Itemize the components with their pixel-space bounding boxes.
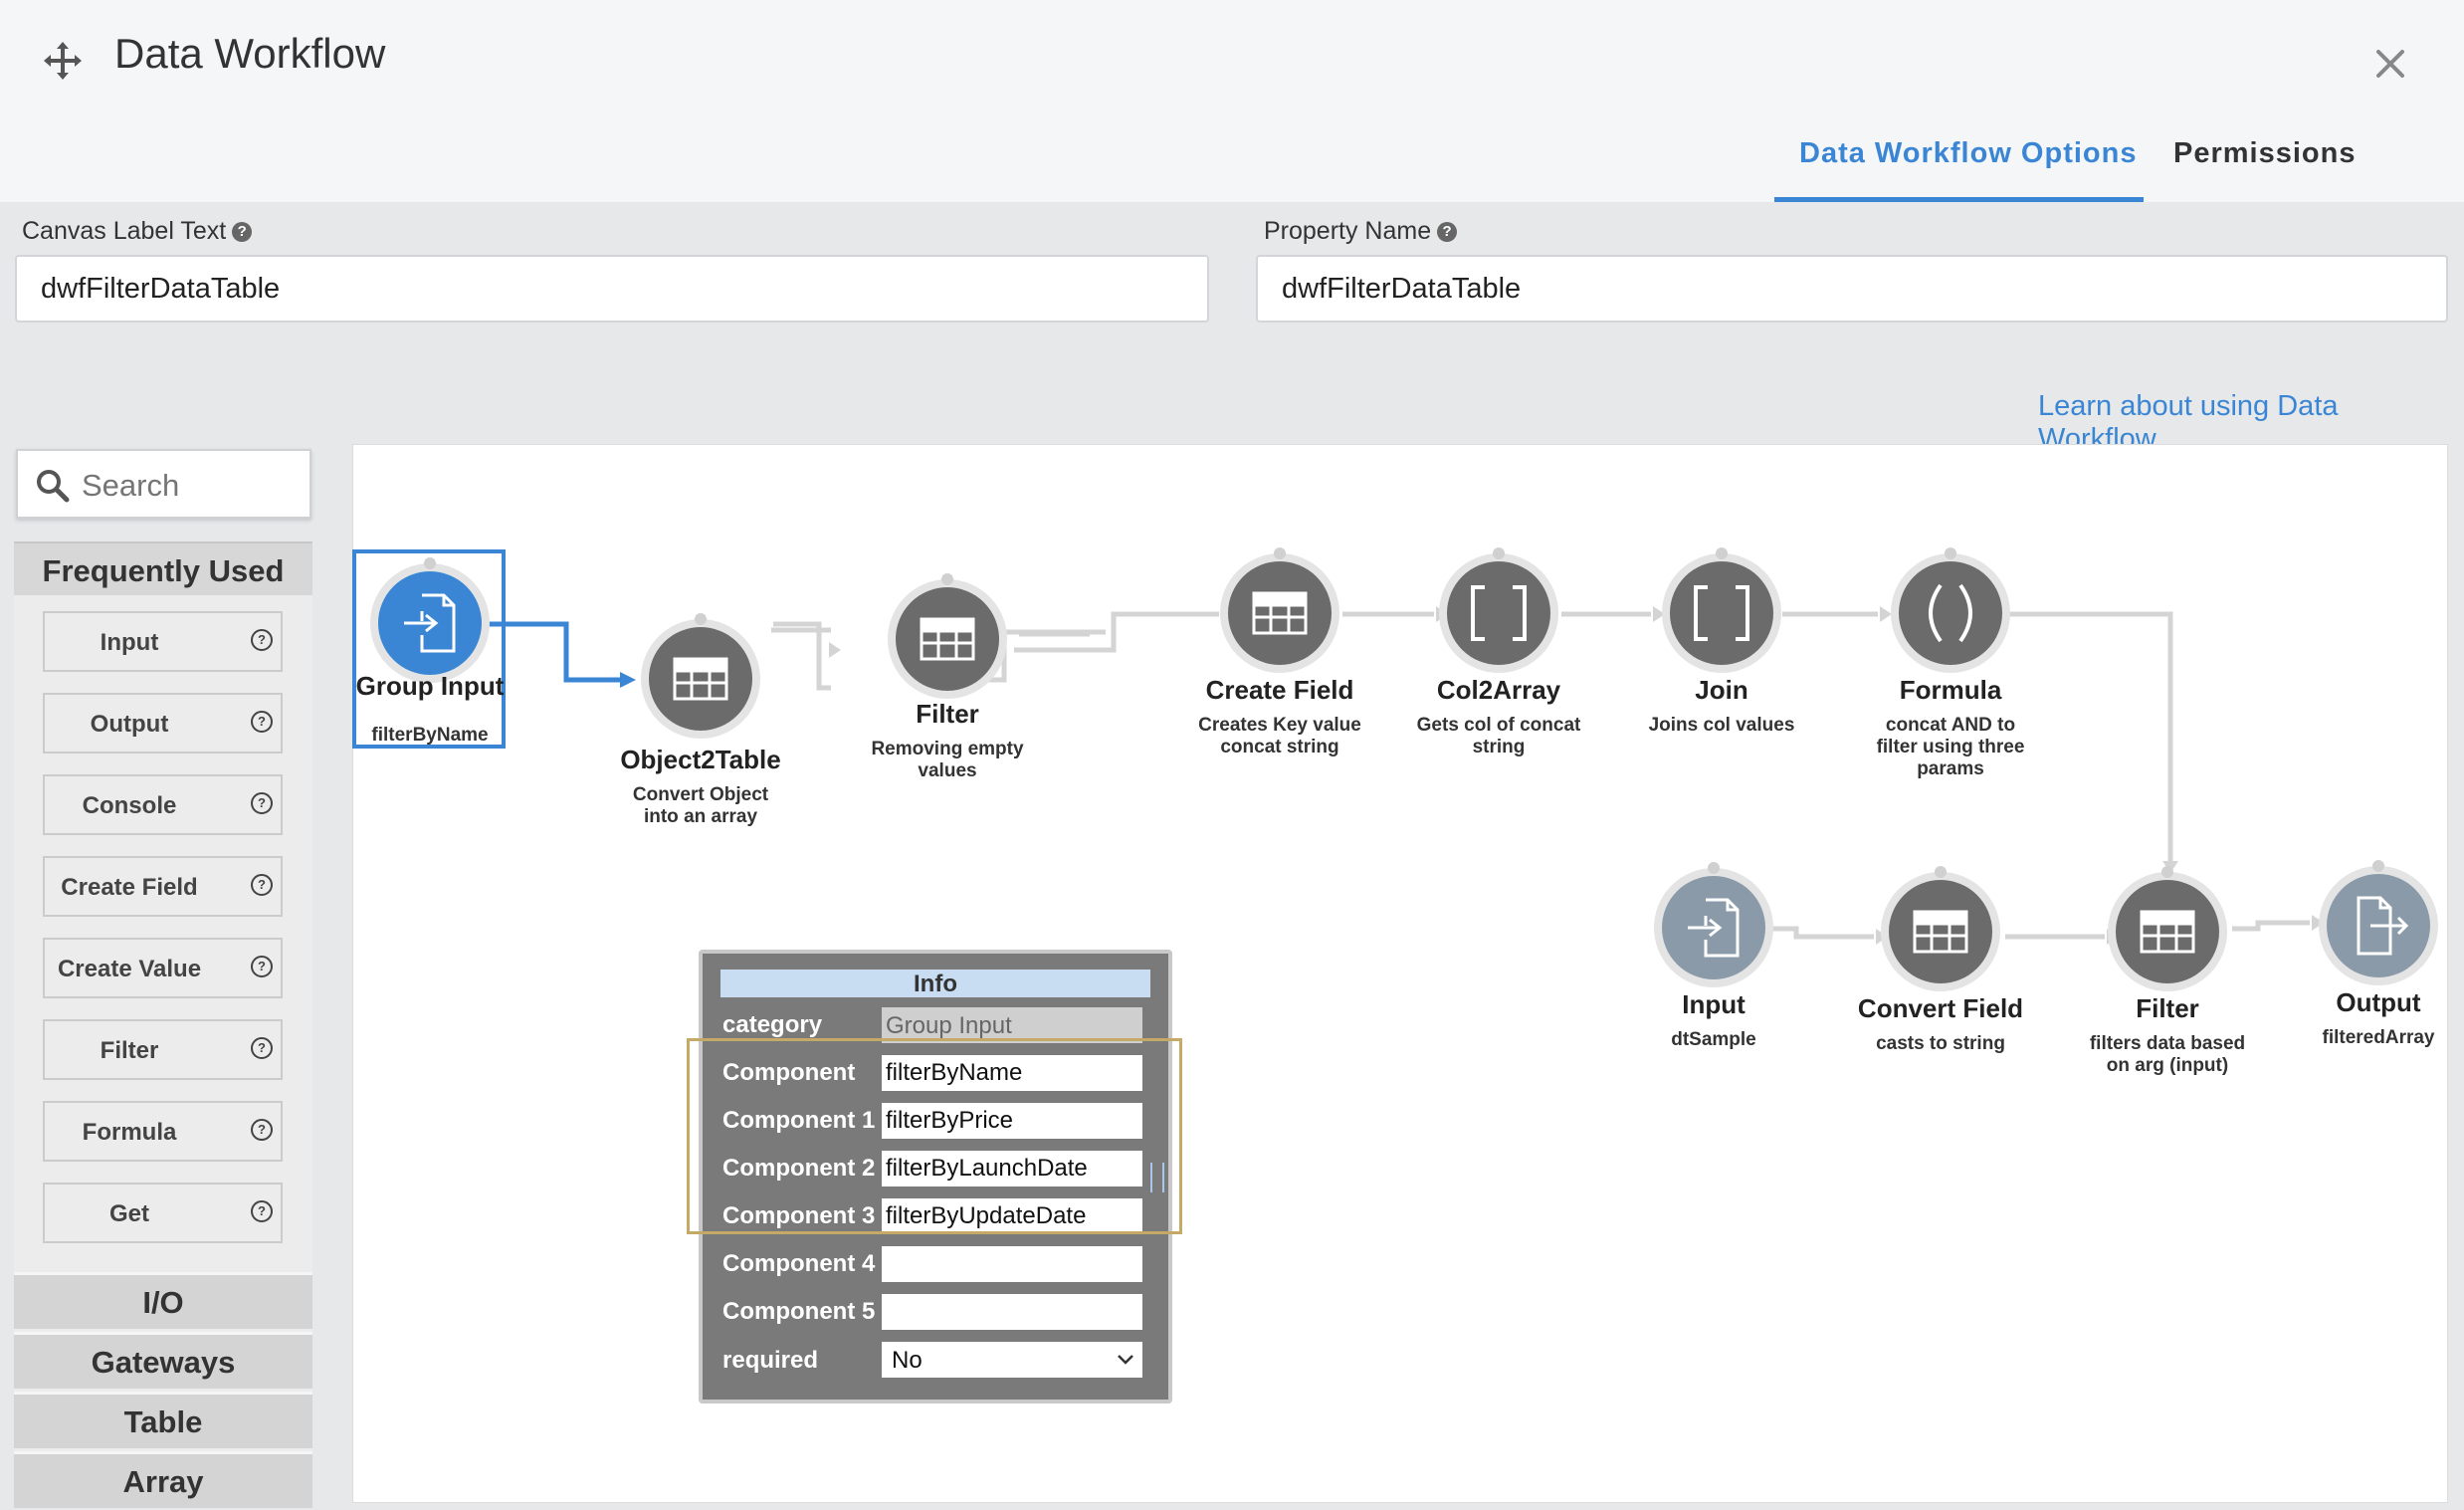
palette-item-create-value[interactable]: Create Value?: [43, 938, 283, 998]
node-title: Col2Array: [1436, 675, 1561, 705]
property-name-label: Property Name?: [1264, 217, 1458, 246]
node-input[interactable]: [1654, 862, 1773, 987]
category-frequently-used[interactable]: Frequently Used: [14, 541, 312, 595]
tab-permissions[interactable]: Permissions: [2173, 137, 2356, 170]
node-title: Filter: [916, 699, 979, 729]
component-highlight: [687, 1038, 1182, 1234]
palette-item-output[interactable]: Output?: [43, 693, 283, 754]
help-icon[interactable]: ?: [251, 956, 273, 977]
node-subtitle: casts to string: [1876, 1033, 2005, 1054]
node-subtitle: Removing empty values: [871, 739, 1024, 781]
node-output[interactable]: [2319, 860, 2438, 985]
help-icon[interactable]: ?: [251, 874, 273, 896]
node-title: Group Input: [355, 671, 505, 701]
node-convert-field[interactable]: [1881, 866, 2000, 991]
tab-data-workflow-options[interactable]: Data Workflow Options: [1799, 137, 2137, 170]
component-5-input[interactable]: [882, 1294, 1142, 1330]
node-filter2[interactable]: [2108, 866, 2227, 991]
search-icon: [36, 469, 70, 503]
category-gateways[interactable]: Gateways: [14, 1332, 312, 1389]
help-icon[interactable]: ?: [1437, 222, 1458, 243]
node-subtitle: Joins col values: [1648, 715, 1795, 736]
palette-item-get[interactable]: Get?: [43, 1183, 283, 1243]
node-subtitle: dtSample: [1671, 1029, 1756, 1050]
info-label-required: required: [722, 1347, 819, 1374]
info-label-component-5: Component 5: [722, 1298, 876, 1325]
info-panel-title: Info: [720, 970, 1150, 997]
node-subtitle: filters data based on arg (input): [2089, 1033, 2246, 1076]
node-create-field[interactable]: [1220, 547, 1339, 673]
node-subtitle: concat AND to filter using three params: [1876, 715, 2025, 779]
node-title: Object2Table: [620, 745, 781, 774]
node-title: Input: [1682, 989, 1745, 1019]
category-array[interactable]: Array: [14, 1451, 312, 1508]
help-icon[interactable]: ?: [251, 1200, 273, 1222]
node-title: Filter: [2136, 993, 2199, 1023]
search-input[interactable]: [80, 467, 303, 505]
node-title: Convert Field: [1857, 993, 2024, 1023]
node-col2array[interactable]: [1439, 547, 1558, 673]
dialog-title: Data Workflow: [114, 30, 386, 77]
canvas-label-input[interactable]: [15, 255, 1209, 323]
node-title: Formula: [1899, 675, 2002, 705]
node-title: Join: [1695, 675, 1748, 705]
required-select[interactable]: No: [882, 1342, 1142, 1378]
node-join[interactable]: [1662, 547, 1781, 673]
help-icon[interactable]: ?: [251, 711, 273, 733]
palette-item-filter[interactable]: Filter?: [43, 1019, 283, 1080]
node-subtitle: Convert Object into an array: [632, 784, 769, 827]
active-tab-indicator: [1774, 197, 2144, 202]
node-object2table[interactable]: [641, 613, 760, 739]
palette-search[interactable]: [16, 449, 311, 519]
palette-item-create-field[interactable]: Create Field?: [43, 856, 283, 917]
help-icon[interactable]: ?: [251, 792, 273, 814]
node-title: Output: [2336, 987, 2421, 1017]
node-subtitle: filteredArray: [2322, 1027, 2435, 1048]
move-icon[interactable]: [40, 38, 86, 84]
chevron-down-icon: [1118, 1355, 1133, 1365]
category-io[interactable]: I/O: [14, 1272, 312, 1329]
node-formula[interactable]: [1891, 547, 2010, 673]
required-select-value: No: [892, 1347, 923, 1374]
node-subtitle: Gets col of concat string: [1416, 715, 1581, 757]
help-icon[interactable]: ?: [232, 222, 253, 243]
info-label-category: category: [722, 1011, 823, 1038]
component-4-input[interactable]: [882, 1246, 1142, 1282]
palette-item-formula[interactable]: Formula?: [43, 1101, 283, 1162]
help-icon[interactable]: ?: [251, 1037, 273, 1059]
help-icon[interactable]: ?: [251, 1119, 273, 1141]
property-name-input[interactable]: [1256, 255, 2448, 323]
workflow-nodes: Group Input filterByName Object2Table Conve…: [352, 444, 2448, 1503]
node-circles: [352, 547, 2438, 991]
node-group-input[interactable]: [352, 549, 506, 749]
info-label-component-4: Component 4: [722, 1250, 876, 1277]
node-subtitle: filterByName: [371, 725, 489, 746]
help-icon[interactable]: ?: [251, 629, 273, 651]
palette-item-console[interactable]: Console?: [43, 774, 283, 835]
node-filter1[interactable]: [888, 573, 1007, 699]
palette-item-input[interactable]: Input?: [43, 611, 283, 672]
close-icon[interactable]: [2370, 44, 2410, 84]
node-subtitle: Creates Key value concat string: [1198, 715, 1361, 757]
node-title: Create Field: [1205, 675, 1354, 705]
canvas-label-text-label: Canvas Label Text?: [22, 217, 253, 246]
category-table[interactable]: Table: [14, 1392, 312, 1448]
